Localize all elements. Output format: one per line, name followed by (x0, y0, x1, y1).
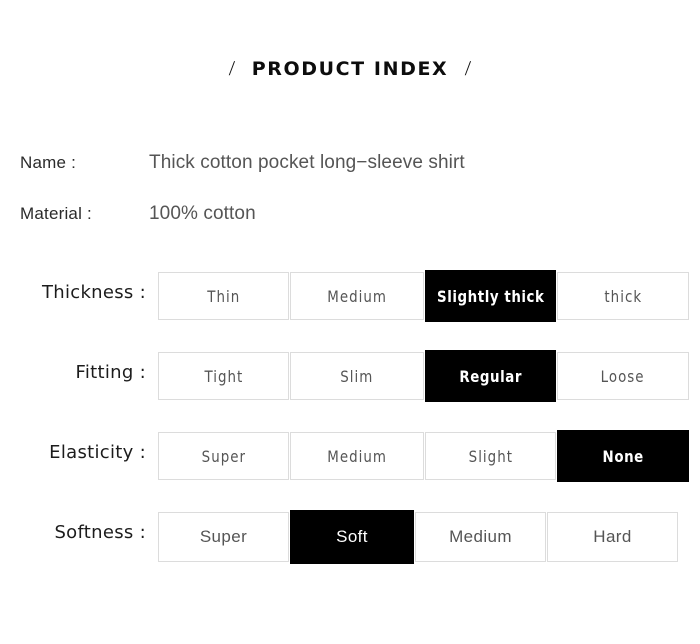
info-value-name: Thick cotton pocket long−sleeve shirt (149, 152, 465, 173)
spec-label-thickness: Thickness : (41, 282, 146, 303)
option-label: Regular (459, 366, 522, 386)
option-label: thick (604, 286, 642, 306)
option-label: Tight (204, 366, 243, 386)
info-label-material: Material : (20, 204, 92, 223)
option-elasticity-none[interactable]: None (557, 430, 689, 482)
option-fitting-regular[interactable]: Regular (425, 350, 556, 402)
option-softness-super[interactable]: Super (158, 512, 289, 562)
option-label: Slim (340, 366, 374, 386)
option-thickness-thin[interactable]: Thin (158, 272, 289, 320)
spec-label-softness: Softness : (54, 522, 146, 543)
spec-label-elasticity: Elasticity : (49, 442, 146, 463)
spec-label-fitting: Fitting : (75, 362, 146, 383)
title-text: PRODUCT INDEX (251, 57, 449, 80)
option-label: None (602, 446, 644, 466)
info-value-material: 100% cotton (149, 203, 256, 224)
option-fitting-slim[interactable]: Slim (290, 352, 424, 400)
option-label: Super (199, 527, 248, 546)
option-label: Medium (327, 446, 387, 466)
option-fitting-tight[interactable]: Tight (158, 352, 289, 400)
info-label-name: Name : (20, 153, 76, 172)
option-label: Slightly thick (436, 286, 545, 306)
option-elasticity-slight[interactable]: Slight (425, 432, 556, 480)
option-label: Super (201, 446, 246, 466)
option-group-thickness: Thin Medium Slightly thick thick (158, 270, 689, 322)
option-softness-soft[interactable]: Soft (290, 510, 414, 564)
option-thickness-medium[interactable]: Medium (290, 272, 424, 320)
option-label: Thin (207, 286, 240, 306)
option-softness-medium[interactable]: Medium (415, 512, 546, 562)
option-thickness-thick[interactable]: thick (557, 272, 689, 320)
option-group-elasticity: Super Medium Slight None (158, 430, 689, 482)
option-thickness-slightly-thick[interactable]: Slightly thick (425, 270, 556, 322)
info-row-name: Name : Thick cotton pocket long−sleeve s… (0, 152, 700, 179)
option-label: Loose (601, 366, 645, 386)
option-softness-hard[interactable]: Hard (547, 512, 678, 562)
info-row-material: Material : 100% cotton (0, 203, 700, 230)
option-fitting-loose[interactable]: Loose (557, 352, 689, 400)
option-label: Medium (327, 286, 387, 306)
option-elasticity-super[interactable]: Super (158, 432, 289, 480)
page-title: / PRODUCT INDEX / (0, 56, 700, 81)
title-left-slash-icon: / (228, 56, 236, 80)
option-group-fitting: Tight Slim Regular Loose (158, 350, 689, 402)
option-group-softness: Super Soft Medium Hard (158, 510, 678, 564)
option-label: Soft (336, 527, 368, 546)
option-label: Slight (468, 446, 513, 466)
option-label: Medium (449, 527, 512, 546)
title-right-slash-icon: / (464, 56, 472, 80)
product-index-page: { "title": { "left_slash": "/", "text": … (0, 0, 700, 644)
option-elasticity-medium[interactable]: Medium (290, 432, 424, 480)
option-label: Hard (593, 527, 632, 546)
